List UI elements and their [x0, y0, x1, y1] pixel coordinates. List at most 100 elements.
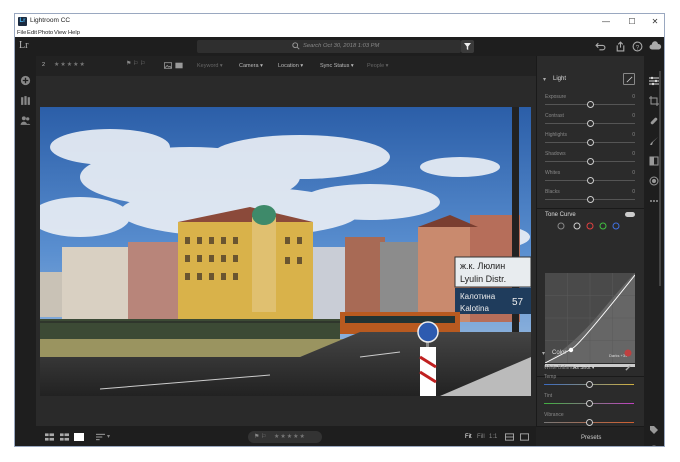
keyword-filter[interactable]: Keyword ▾ [197, 63, 223, 69]
sync-status-filter[interactable]: Sync Status ▾ [320, 63, 354, 69]
menu-view[interactable]: View [54, 29, 66, 37]
help-icon[interactable]: ? [632, 41, 643, 52]
more-options-icon[interactable] [649, 196, 659, 206]
curve-green-icon [599, 222, 607, 230]
contrast-knob[interactable] [587, 120, 594, 127]
radial-gradient-icon[interactable] [649, 176, 659, 186]
temp-knob[interactable] [586, 381, 593, 388]
keyword-label: Keyword [197, 63, 219, 69]
contrast-slider[interactable]: Contrast 0 [545, 113, 635, 131]
whites-knob[interactable] [587, 177, 594, 184]
auto-button[interactable] [623, 73, 635, 85]
shadows-value[interactable]: 0 [632, 151, 635, 157]
photo-canvas: ж.к. Люлин Lyulin Distr. Калотина Kaloti… [36, 76, 536, 426]
star-rating[interactable]: ★★★★★ [274, 433, 306, 440]
close-button[interactable]: ✕ [645, 16, 664, 27]
tint-knob[interactable] [586, 400, 593, 407]
search-input[interactable]: Search Oct 30, 2018 1:03 PM [197, 40, 461, 53]
maximize-button[interactable]: ☐ [622, 16, 642, 27]
blacks-slider[interactable]: Blacks 0 [545, 189, 635, 207]
panel-divider [537, 208, 645, 209]
color-mixer-icon[interactable] [624, 349, 632, 357]
menu-edit[interactable]: Edit [27, 29, 37, 37]
whites-value[interactable]: 0 [632, 170, 635, 176]
app-window: Lr Lightroom CC — ☐ ✕ File Edit Photo Vi… [14, 13, 665, 447]
shadows-slider[interactable]: Shadows 0 [545, 151, 635, 169]
rating-flag-pill[interactable]: ⚑ ⚐ ★★★★★ [248, 431, 322, 443]
share-icon[interactable] [615, 41, 626, 52]
bottom-bar: ▾ ⚑ ⚐ ★★★★★ Fit Fill 1:1 [36, 426, 536, 446]
sort-dropdown-chevron[interactable]: ▾ [107, 433, 110, 440]
flag-filter-icons[interactable]: ⚑ ⚐ ⚐ [126, 60, 145, 67]
star-rating-filter[interactable]: ★★★★★ [54, 61, 86, 68]
color-chevron-icon[interactable]: ▾ [542, 350, 545, 357]
library-icon[interactable] [20, 95, 31, 106]
photo-grid-icon[interactable] [60, 433, 69, 441]
photo-type-icon[interactable] [164, 62, 172, 69]
highlights-label: Highlights [545, 132, 567, 138]
zoom-fill[interactable]: Fill [477, 434, 485, 440]
shadows-knob[interactable] [587, 158, 594, 165]
highlights-knob[interactable] [587, 139, 594, 146]
curve-channel-selector[interactable] [557, 222, 629, 230]
tint-slider[interactable]: Tint [544, 393, 634, 411]
keyword-tag-icon[interactable] [649, 425, 659, 435]
sign-text-3: Калотина [460, 292, 496, 301]
sort-icon[interactable] [96, 433, 105, 441]
title-bar: Lr Lightroom CC — ☐ ✕ [15, 14, 664, 29]
light-chevron-icon[interactable]: ▾ [543, 76, 546, 83]
cloud-sync-icon[interactable] [649, 41, 662, 52]
contrast-value[interactable]: 0 [632, 113, 635, 119]
eyedropper-icon[interactable] [625, 364, 632, 371]
healing-brush-icon[interactable] [649, 116, 659, 126]
people-icon[interactable] [20, 115, 31, 126]
presets-button[interactable]: Presets [581, 435, 601, 441]
highlights-value[interactable]: 0 [632, 132, 635, 138]
highlights-slider[interactable]: Highlights 0 [545, 132, 635, 150]
flag-icons[interactable]: ⚑ ⚐ [254, 433, 266, 440]
tone-curve-toggle[interactable] [625, 212, 635, 217]
shadows-label: Shadows [545, 151, 566, 157]
add-photos-icon[interactable] [20, 75, 31, 86]
panel-scrollbar[interactable] [659, 71, 661, 286]
people-filter[interactable]: People ▾ [367, 63, 388, 69]
exposure-value[interactable]: 0 [632, 94, 635, 100]
detail-view-icon[interactable] [74, 433, 84, 441]
exposure-knob[interactable] [587, 101, 594, 108]
menu-help[interactable]: Help [68, 29, 80, 37]
color-panel-title: Color [552, 350, 567, 356]
funnel-icon [464, 43, 471, 50]
vibrance-knob[interactable] [586, 419, 593, 426]
brush-icon[interactable] [649, 136, 659, 146]
tone-curve-title: Tone Curve [545, 212, 576, 218]
crop-icon[interactable] [649, 96, 659, 106]
whites-slider[interactable]: Whites 0 [545, 170, 635, 188]
edit-sliders-icon[interactable] [649, 76, 659, 86]
filter-count: 2 [42, 62, 46, 68]
right-rail [644, 56, 664, 447]
undo-icon[interactable] [595, 41, 606, 52]
exposure-slider[interactable]: Exposure 0 [545, 94, 635, 112]
square-grid-icon[interactable] [45, 433, 54, 441]
filter-button[interactable] [461, 40, 474, 53]
zoom-fit[interactable]: Fit [465, 434, 472, 440]
blacks-value[interactable]: 0 [632, 189, 635, 195]
zoom-1-1[interactable]: 1:1 [489, 434, 497, 440]
menu-file[interactable]: File [17, 29, 26, 37]
blacks-knob[interactable] [587, 196, 594, 203]
white-balance-dropdown[interactable]: As Shot ▾ [573, 365, 594, 371]
info-panel-icon[interactable] [520, 433, 529, 441]
main-photo[interactable]: ж.к. Люлин Lyulin Distr. Калотина Kaloti… [40, 107, 531, 396]
linear-gradient-icon[interactable] [649, 156, 659, 166]
location-filter[interactable]: Location ▾ [278, 63, 303, 69]
info-icon[interactable] [649, 445, 659, 447]
menu-photo[interactable]: Photo [38, 29, 53, 37]
presets-footer[interactable]: Presets [536, 426, 644, 446]
video-type-icon[interactable] [175, 62, 183, 69]
temp-slider[interactable]: Temp [544, 374, 634, 392]
camera-filter[interactable]: Camera ▾ [239, 63, 263, 69]
compare-icon[interactable] [505, 433, 514, 441]
minimize-button[interactable]: — [596, 16, 616, 27]
blacks-label: Blacks [545, 189, 560, 195]
whites-label: Whites [545, 170, 561, 176]
